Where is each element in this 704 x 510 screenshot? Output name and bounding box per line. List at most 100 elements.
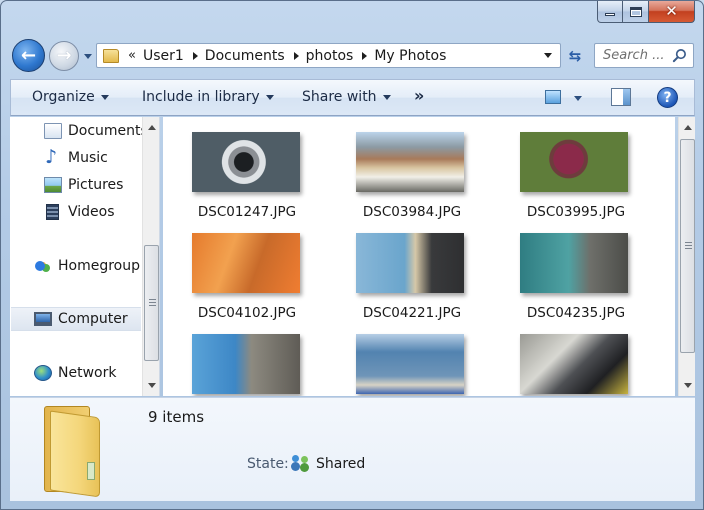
view-options-dropdown[interactable] [574, 96, 582, 101]
file-list: DSC01247.JPG DSC03984.JPG DSC03995.JPG D… [163, 117, 675, 396]
state-value: Shared [316, 456, 366, 472]
chevron-up-icon [683, 125, 692, 130]
videos-icon [46, 204, 59, 220]
change-view-icon[interactable] [545, 90, 561, 104]
navigation-pane-scrollbar[interactable] [142, 117, 159, 396]
file-name: DSC03984.JPG [362, 204, 462, 220]
homegroup-icon [34, 258, 52, 274]
nav-item-documents[interactable]: Documents [44, 119, 148, 143]
nav-item-homegroup[interactable]: Homegroup [34, 254, 140, 278]
explorer-window: ✕ ← → « User1 Documents photos My Photos… [0, 0, 704, 510]
search-box[interactable] [594, 43, 694, 68]
chevron-down-icon [544, 53, 552, 58]
nav-item-label: Music [68, 150, 108, 166]
folder-front [50, 410, 100, 498]
breadcrumb-overflow[interactable]: « [128, 48, 136, 63]
nav-item-music[interactable]: Music [44, 146, 108, 170]
nav-item-pictures[interactable]: Pictures [44, 173, 123, 197]
recent-pages-dropdown[interactable] [82, 51, 94, 61]
music-icon [44, 146, 62, 168]
scroll-down-button[interactable] [679, 377, 696, 394]
grip-line [685, 245, 692, 246]
minimize-button[interactable] [597, 1, 623, 23]
breadcrumb-my-photos[interactable]: My Photos [374, 48, 446, 64]
grip-line [685, 248, 692, 249]
photo-thumbnail[interactable] [520, 334, 628, 394]
folder-tab [87, 462, 95, 480]
photo-thumbnail[interactable] [520, 233, 628, 293]
scroll-thumb[interactable] [144, 245, 159, 361]
photo-thumbnail[interactable] [192, 233, 300, 293]
file-name: DSC04235.JPG [526, 305, 626, 321]
maximize-icon [629, 6, 642, 17]
nav-item-videos[interactable]: Videos [44, 200, 115, 224]
photo-thumbnail[interactable] [520, 132, 628, 192]
share-with-label: Share with [302, 89, 377, 105]
breadcrumb-chevron-icon[interactable] [192, 51, 198, 60]
share-with-button[interactable]: Share with [302, 89, 391, 105]
chevron-up-icon [147, 125, 156, 130]
close-button[interactable]: ✕ [649, 1, 695, 23]
chevron-down-icon [382, 94, 391, 100]
nav-item-label: Documents [68, 123, 148, 139]
breadcrumb-photos[interactable]: photos [306, 48, 354, 64]
back-button[interactable]: ← [12, 39, 45, 72]
maximize-button[interactable] [623, 1, 649, 23]
breadcrumb-documents[interactable]: Documents [205, 48, 285, 64]
nav-item-label: Videos [68, 204, 115, 220]
photo-thumbnail[interactable] [192, 334, 300, 394]
folder-icon [103, 48, 119, 63]
navigation-pane: Documents Music Pictures Videos Homegrou… [10, 117, 160, 396]
breadcrumb-chevron-icon[interactable] [293, 51, 299, 60]
computer-icon [34, 312, 52, 326]
address-bar[interactable]: « User1 Documents photos My Photos [96, 43, 561, 68]
nav-item-label: Network [58, 365, 117, 381]
include-in-library-label: Include in library [142, 89, 260, 105]
arrow-right-icon: → [56, 45, 72, 66]
documents-icon [44, 123, 62, 139]
chevron-down-icon [265, 94, 274, 100]
file-name: DSC04102.JPG [197, 305, 297, 321]
network-icon [34, 365, 52, 381]
pictures-icon [44, 177, 62, 193]
help-icon[interactable]: ? [657, 87, 678, 108]
more-commands-button[interactable]: » [414, 86, 424, 105]
include-in-library-button[interactable]: Include in library [142, 89, 274, 105]
nav-item-computer[interactable]: Computer [11, 307, 141, 331]
breadcrumb-user1[interactable]: User1 [143, 48, 184, 64]
address-dropdown[interactable] [544, 53, 552, 58]
photo-thumbnail[interactable] [356, 233, 464, 293]
file-name: DSC01247.JPG [197, 204, 297, 220]
search-input[interactable] [603, 48, 675, 63]
items-count: 9 items [148, 408, 205, 426]
organize-button[interactable]: Organize [32, 89, 109, 105]
close-icon: ✕ [665, 2, 678, 20]
state-label: State: [247, 456, 289, 472]
file-name: DSC03995.JPG [526, 204, 626, 220]
chevron-down-icon [84, 53, 92, 59]
grip-line [149, 299, 156, 300]
refresh-icon: ⇆ [568, 46, 582, 65]
grip-line [149, 302, 156, 303]
file-list-scrollbar[interactable] [678, 117, 695, 396]
scroll-thumb[interactable] [680, 139, 695, 353]
forward-button[interactable]: → [49, 41, 79, 71]
shared-users-icon [291, 453, 311, 471]
nav-item-label: Homegroup [58, 258, 141, 274]
minimize-icon [605, 13, 615, 16]
refresh-button[interactable]: ⇆ [562, 43, 588, 68]
arrow-left-icon: ← [20, 44, 37, 66]
organize-label: Organize [32, 89, 95, 105]
nav-item-network[interactable]: Network [34, 361, 116, 385]
scroll-up-button[interactable] [679, 119, 696, 136]
breadcrumb-chevron-icon[interactable] [362, 51, 368, 60]
photo-thumbnail[interactable] [356, 334, 464, 394]
preview-pane-icon[interactable] [611, 88, 631, 106]
photo-thumbnail[interactable] [356, 132, 464, 192]
scroll-down-button[interactable] [143, 377, 159, 394]
photo-thumbnail[interactable] [192, 132, 300, 192]
grip-line [685, 242, 692, 243]
scroll-up-button[interactable] [143, 119, 159, 136]
grip-line [149, 305, 156, 306]
search-icon[interactable] [672, 48, 687, 63]
